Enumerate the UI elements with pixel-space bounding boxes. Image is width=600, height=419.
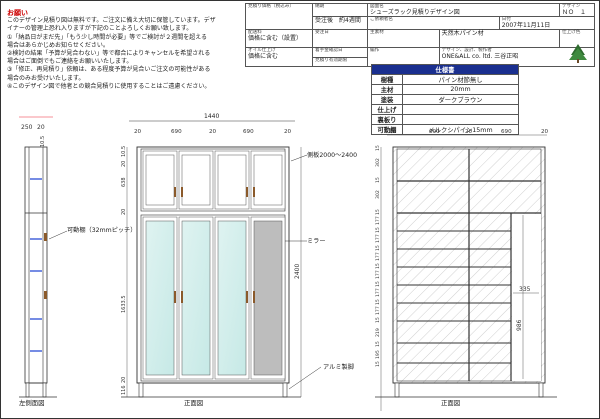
svg-text:15: 15	[375, 227, 381, 233]
side-dim-20: 20	[37, 124, 45, 131]
front-height-dim: 116	[121, 385, 127, 395]
side-view: 250 20 10.5 左側面図	[19, 116, 57, 407]
front-view-label: 正面図	[184, 399, 203, 407]
svg-text:15: 15	[375, 317, 381, 323]
side-dim-10-5: 10.5	[40, 136, 46, 147]
front-height-dim: 20	[121, 209, 127, 215]
svg-text:302: 302	[375, 158, 381, 167]
inner-top-dim: 20	[465, 129, 473, 135]
front-top-dim: 20	[284, 129, 292, 135]
front-top-dim: 20	[134, 129, 142, 135]
side-view-label: 左側面図	[19, 398, 45, 407]
shelf-note: 可動棚（32mmピッチ）	[67, 226, 136, 234]
svg-text:177: 177	[375, 270, 381, 279]
interior-view-label: 正面図	[441, 399, 460, 407]
inner-top-dim: 690	[429, 129, 440, 135]
svg-text:15: 15	[375, 145, 381, 151]
svg-text:302: 302	[375, 190, 381, 199]
technical-drawing: 250 20 10.5 左側面図 可動棚（32mmピッチ） 1440 20 69…	[19, 113, 557, 411]
aluminum-note: アルミ製脚	[323, 363, 354, 371]
side-dim-250: 250	[21, 124, 33, 131]
svg-text:15: 15	[375, 361, 381, 367]
svg-text:177: 177	[375, 288, 381, 297]
svg-text:15: 15	[375, 281, 381, 287]
front-view: 1440 20 690 20 690 20 10.5 20 638 20 163…	[121, 113, 302, 407]
drawing-sheet: お願い このデザイン見積り図は無料です。ご注文に備え大切に保管しています。デザ …	[0, 0, 600, 419]
svg-text:177: 177	[375, 234, 381, 243]
svg-text:15: 15	[375, 177, 381, 183]
svg-text:177: 177	[375, 216, 381, 225]
side-panel-note: 側板2000～2400	[307, 151, 357, 159]
svg-text:177: 177	[375, 306, 381, 315]
front-top-dim: 20	[209, 129, 217, 135]
interior-view: 20 690 20 690 20 335 986 15 302 15 302 1…	[375, 129, 557, 411]
mirror-note: ミラー	[307, 238, 326, 245]
front-top-dim: 690	[171, 129, 182, 135]
svg-text:15: 15	[375, 245, 381, 251]
svg-text:15: 15	[375, 209, 381, 215]
front-height-dim: 638	[121, 177, 127, 187]
front-height-dim: 20	[121, 377, 127, 383]
svg-text:15: 15	[375, 263, 381, 269]
front-top-dim: 690	[243, 129, 254, 135]
front-height-dim: 1633.5	[121, 296, 127, 314]
svg-text:177: 177	[375, 252, 381, 261]
svg-text:15: 15	[375, 341, 381, 347]
inner-top-dim: 20	[541, 129, 549, 135]
svg-text:195: 195	[375, 350, 381, 359]
front-height-dim: 10.5	[121, 146, 127, 157]
front-total-height-dim: 2400	[294, 264, 301, 279]
inner-top-dim: 20	[389, 129, 397, 135]
svg-text:219: 219	[375, 328, 381, 337]
inner-top-dim: 690	[501, 129, 512, 135]
front-height-dim: 20	[121, 161, 127, 167]
svg-text:15: 15	[375, 299, 381, 305]
inner-dim-986: 986	[516, 319, 523, 331]
front-width-dim: 1440	[204, 113, 219, 120]
inner-dim-335: 335	[519, 286, 531, 293]
